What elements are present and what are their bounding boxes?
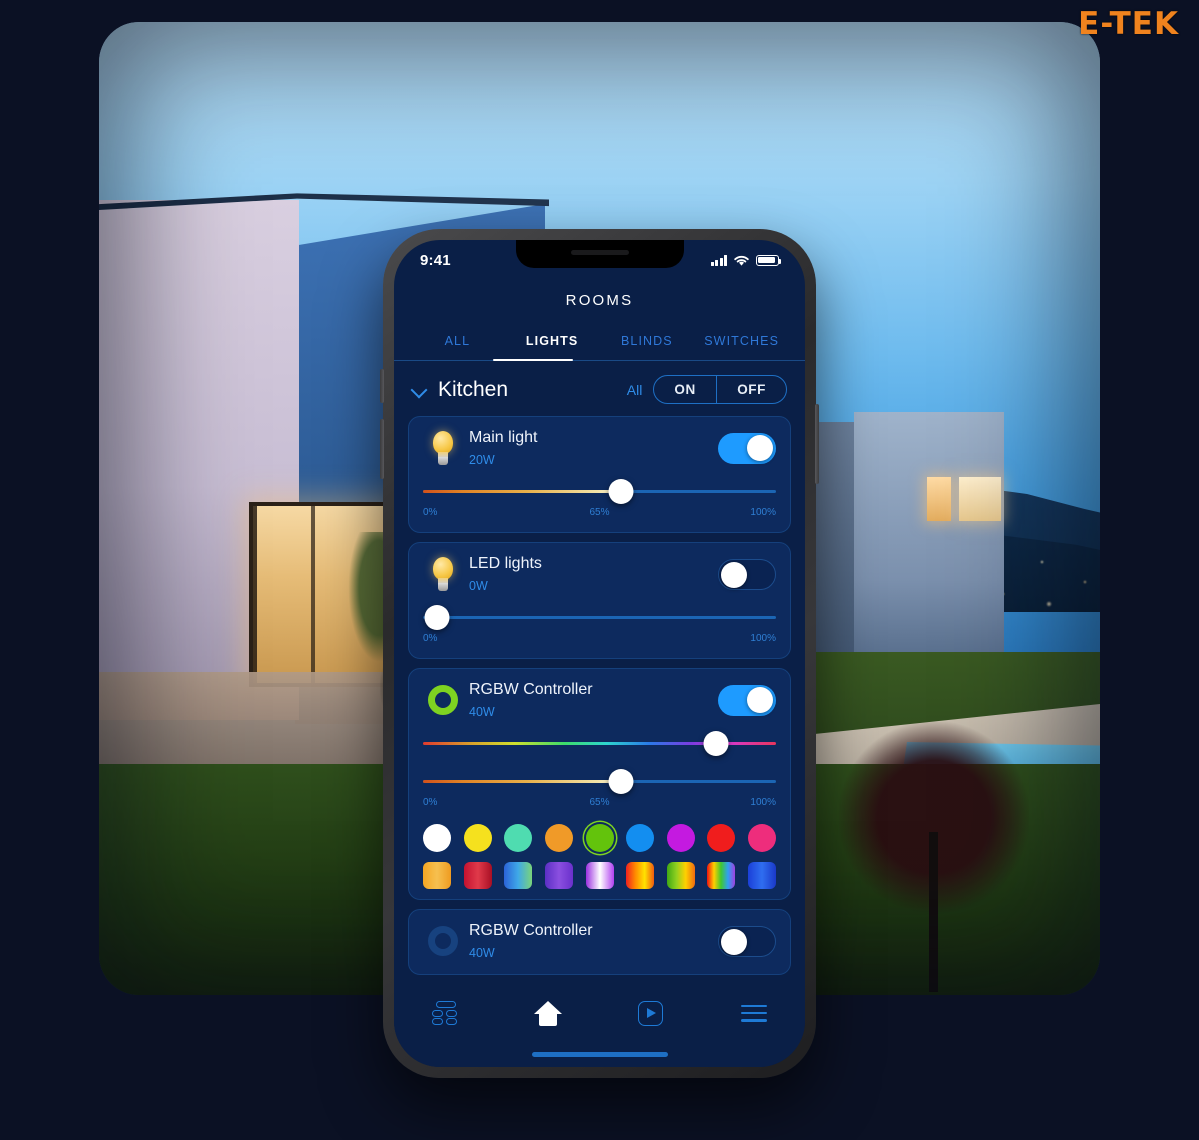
tab-lights[interactable]: LIGHTS	[505, 325, 600, 360]
slider-max: 100%	[750, 633, 776, 644]
gradient-swatch-blue[interactable]	[748, 862, 776, 889]
menu-icon	[740, 1004, 767, 1022]
phone-mockup: 9:41 ROOMS ALL LIGHTS BLINDS SWITCHES Ki…	[380, 229, 819, 1078]
nav-media[interactable]	[600, 991, 703, 1035]
brightness-slider[interactable]	[423, 605, 776, 631]
device-power: 40W	[469, 705, 495, 719]
slider-value: 65%	[589, 797, 610, 808]
device-toggle[interactable]	[718, 925, 776, 957]
nav-menu[interactable]	[702, 991, 805, 1035]
color-swatch-magenta[interactable]	[666, 824, 695, 852]
color-swatch-green[interactable]	[585, 824, 614, 852]
gradient-swatch-green-orange[interactable]	[666, 862, 695, 889]
tab-switches[interactable]: SWITCHES	[694, 325, 789, 360]
tab-blinds[interactable]: BLINDS	[600, 325, 695, 360]
color-swatch-yellow[interactable]	[463, 824, 492, 852]
slider-value: 65%	[589, 507, 610, 518]
play-icon	[638, 1000, 664, 1026]
all-label[interactable]: All	[627, 382, 643, 398]
device-power: 20W	[469, 453, 495, 467]
color-swatch-red[interactable]	[707, 824, 736, 852]
hue-slider[interactable]	[423, 731, 776, 757]
lightbulb-icon	[423, 557, 463, 591]
room-on-button[interactable]: ON	[654, 376, 715, 403]
status-time: 9:41	[420, 251, 451, 269]
gradient-swatch-purple-white[interactable]	[585, 862, 614, 889]
gradient-swatch-rainbow[interactable]	[707, 862, 736, 889]
slider-scale: 0% 100%	[423, 633, 776, 648]
device-toggle[interactable]	[718, 558, 776, 590]
brand-logo: E-TEK	[1078, 6, 1179, 42]
gradient-swatch-red-yellow[interactable]	[626, 862, 655, 889]
device-power: 0W	[469, 579, 488, 593]
chevron-down-icon[interactable]	[412, 382, 427, 397]
phone-power-button[interactable]	[815, 404, 819, 484]
brightness-slider[interactable]	[423, 769, 776, 795]
wifi-icon	[734, 255, 749, 266]
color-swatch-pink[interactable]	[748, 824, 776, 852]
slider-min: 0%	[423, 633, 438, 644]
color-swatch-mint[interactable]	[504, 824, 533, 852]
nav-dashboard[interactable]	[394, 991, 497, 1035]
color-ring-icon	[423, 685, 463, 715]
room-name: Kitchen	[438, 377, 509, 401]
device-toggle[interactable]	[718, 432, 776, 464]
device-list: Main light 20W 0% 65% 100% LED lights 0W…	[394, 416, 805, 975]
home-indicator[interactable]	[531, 1052, 668, 1057]
device-name: RGBW Controller	[469, 922, 593, 939]
slider-scale: 0% 65% 100%	[423, 507, 776, 522]
device-card-main-light[interactable]: Main light 20W 0% 65% 100%	[408, 416, 791, 533]
gradient-swatch-row	[423, 862, 776, 889]
device-card-rgbw-controller[interactable]: RGBW Controller 40W 0% 65% 100%	[408, 668, 791, 900]
room-header: Kitchen All ON OFF	[394, 361, 805, 416]
slider-min: 0%	[423, 507, 438, 518]
device-name: LED lights	[469, 555, 542, 572]
slider-max: 100%	[750, 507, 776, 518]
room-onoff-control: ON OFF	[653, 375, 787, 404]
gradient-swatch-red[interactable]	[463, 862, 492, 889]
brightness-slider[interactable]	[423, 479, 776, 505]
device-card-led-lights[interactable]: LED lights 0W 0% 100%	[408, 542, 791, 659]
status-bar: 9:41	[394, 240, 805, 280]
gradient-swatch-blue-green[interactable]	[504, 862, 533, 889]
screenshot-root: E-TEK 9:41 ROOMS ALL LIGHTS BLINDS SWITC…	[0, 0, 1199, 1140]
device-card-rgbw-controller-2[interactable]: RGBW Controller 40W	[408, 909, 791, 975]
color-swatch-blue[interactable]	[626, 824, 655, 852]
color-ring-icon	[423, 926, 463, 956]
tab-all[interactable]: ALL	[410, 325, 505, 360]
signal-icon	[710, 254, 727, 266]
device-power: 40W	[469, 946, 495, 960]
tab-bar: ALL LIGHTS BLINDS SWITCHES	[394, 325, 805, 361]
device-toggle[interactable]	[718, 684, 776, 716]
battery-icon	[756, 254, 782, 266]
device-name: Main light	[469, 429, 538, 446]
phone-screen: 9:41 ROOMS ALL LIGHTS BLINDS SWITCHES Ki…	[394, 240, 805, 1067]
nav-home[interactable]	[497, 991, 600, 1035]
color-swatch-row	[423, 824, 776, 852]
home-icon	[534, 1000, 563, 1026]
dashboard-icon	[432, 1001, 458, 1025]
status-icons	[710, 254, 782, 267]
room-off-button[interactable]: OFF	[717, 376, 786, 403]
lightbulb-icon	[423, 431, 463, 465]
slider-scale: 0% 65% 100%	[423, 797, 776, 812]
gradient-swatch-purple[interactable]	[544, 862, 573, 889]
color-swatch-white[interactable]	[423, 824, 451, 852]
color-swatch-orange[interactable]	[544, 824, 573, 852]
slider-max: 100%	[750, 797, 776, 808]
scroll-content: Kitchen All ON OFF Main light 20W 0% 65%…	[394, 361, 805, 1067]
gradient-swatch-orange[interactable]	[423, 862, 451, 889]
slider-min: 0%	[423, 797, 438, 808]
bottom-navigation	[394, 975, 805, 1067]
page-title: ROOMS	[565, 292, 634, 309]
device-name: RGBW Controller	[469, 681, 593, 698]
